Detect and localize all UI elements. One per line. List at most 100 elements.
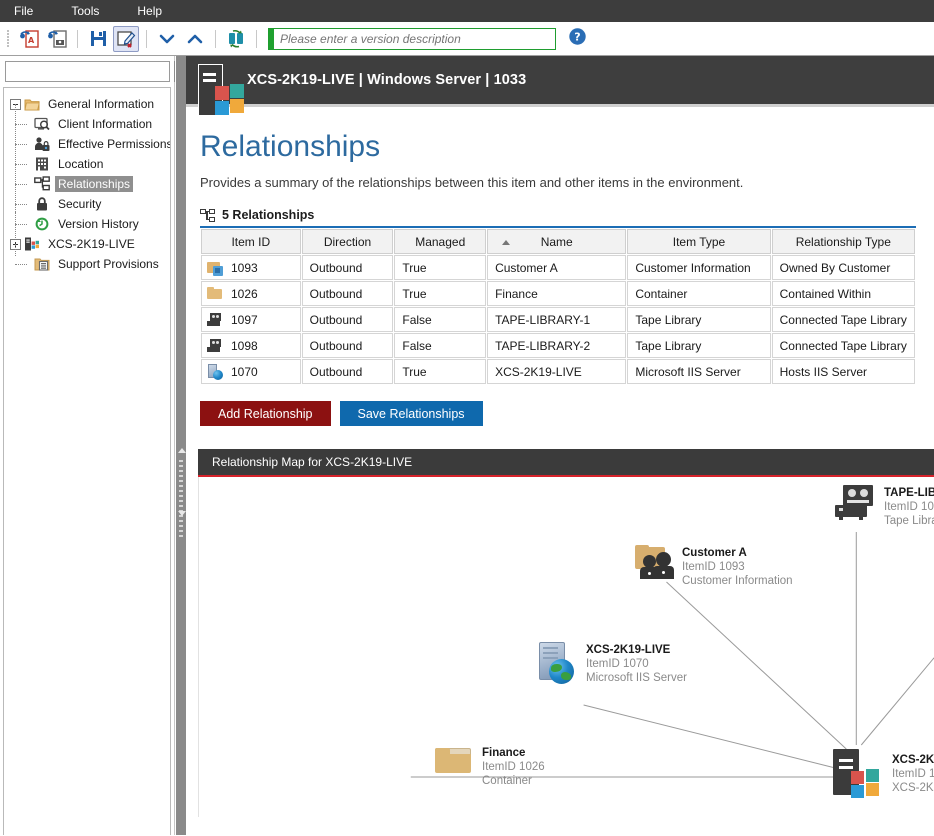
toolbar-separator [77,29,78,48]
sidebar-item-xcs-2k19-live[interactable]: XCS-2K19-LIVE [4,212,170,254]
map-node-name: Finance [482,747,526,759]
panel-splitter[interactable] [175,56,186,835]
save-icon[interactable] [85,26,111,52]
column-header-relationship-type[interactable]: Relationship Type [771,229,915,254]
sidebar-item-effective-permissions[interactable]: Effective Permissions [4,124,170,154]
relationships-count-heading: 5 Relationships [200,208,916,222]
map-node-name: TAPE-LIBRARY-1 [884,487,934,499]
add-relationship-button[interactable]: Add Relationship [200,401,331,426]
relationship-map-canvas[interactable]: TAPE-LIBRARY-1 ItemID 1097 Tape Library [198,477,934,817]
content-panel: XCS-2K19-LIVE | Windows Server | 1033 Re… [186,56,934,835]
cell-direction: Outbound [301,359,394,384]
cell-item-type: Tape Library [627,333,771,358]
support-provisions-icon [34,256,50,272]
tape-library-icon [207,338,223,354]
map-node-id: ItemID 1070 [586,658,649,670]
table-row[interactable]: 1093 Outbound True Customer A Customer I… [201,255,915,280]
sidebar-item-label: Support Provisions [58,257,159,271]
column-header-managed[interactable]: Managed [394,229,487,254]
cell-direction: Outbound [301,307,394,332]
export-pdf-icon[interactable]: A [16,26,42,52]
sidebar-item-support-provisions[interactable]: Support Provisions [4,244,170,274]
relationship-map-title: Relationship Map for XCS-2K19-LIVE [198,449,934,477]
help-icon[interactable]: ? [568,27,587,51]
svg-text:?: ? [574,30,580,43]
chevron-down-icon[interactable] [154,26,180,52]
cell-relationship-type: Hosts IIS Server [771,359,915,384]
cell-item-type: Microsoft IIS Server [627,359,771,384]
map-node-name: XCS-2K19-LIVE [586,644,671,656]
column-header-name[interactable]: Name [487,229,627,254]
cell-item-id-value: 1070 [231,364,258,379]
cell-name: XCS-2K19-LIVE [487,359,627,384]
sidebar-item-label: Security [58,197,102,211]
cell-item-id: 1097 [201,307,301,332]
edge-tape-library-2 [860,657,934,746]
toolbar-grip[interactable] [4,28,11,50]
map-node-id: ItemID 1097 [884,501,934,513]
cell-relationship-type: Owned By Customer [771,255,915,280]
map-node-tape-library-1[interactable]: TAPE-LIBRARY-1 ItemID 1097 Tape Library [835,485,934,528]
chevron-up-icon[interactable] [182,26,208,52]
relationships-count-label: 5 Relationships [222,208,315,222]
permissions-icon [34,136,50,152]
table-row[interactable]: 1097 Outbound False TAPE-LIBRARY-1 Tape … [201,307,915,332]
toolbar-separator [256,29,257,48]
save-relationships-button[interactable]: Save Relationships [339,401,483,426]
client-information-icon [34,116,50,132]
splitter-grip[interactable] [179,460,184,540]
version-description-field[interactable] [268,27,556,50]
sidebar-item-label: General Information [48,97,155,111]
iis-server-icon [207,363,223,380]
menu-tools[interactable]: Tools [65,2,105,20]
page-subtitle: Provides a summary of the relationships … [200,175,744,190]
refresh-database-icon[interactable] [223,26,249,52]
sidebar-item-client-information[interactable]: Client Information [4,104,170,134]
cell-name: Finance [487,281,627,306]
cell-item-type: Customer Information [627,255,771,280]
table-header-row: Item ID Direction Managed Name Item Type… [201,229,915,254]
export-document-icon[interactable] [44,26,70,52]
sidebar-item-location[interactable]: Location [4,144,170,174]
map-node-xcs-2k19-live[interactable]: XCS-2K19-LIVE ItemID 1033 XCS-2K19-LIVE [833,749,934,798]
customer-information-icon [207,260,223,276]
table-row[interactable]: 1026 Outbound True Finance Container Con… [201,281,915,306]
map-node-id: ItemID 1026 [482,761,545,773]
map-node-iis-server[interactable]: XCS-2K19-LIVE ItemID 1070 Microsoft IIS … [535,642,687,686]
cell-managed: True [394,281,487,306]
splitter-collapse-down-icon[interactable] [178,511,186,516]
table-row[interactable]: 1070 Outbound True XCS-2K19-LIVE Microso… [201,359,915,384]
map-node-type: Container [482,775,532,787]
cell-item-id-value: 1093 [231,260,258,275]
column-header-item-id[interactable]: Item ID [201,229,301,254]
windows-server-icon [24,236,40,252]
sidebar-item-general-information[interactable]: General Information [4,94,170,114]
cell-item-id: 1070 [201,359,301,384]
table-row[interactable]: 1098 Outbound False TAPE-LIBRARY-2 Tape … [201,333,915,358]
splitter-collapse-up-icon[interactable] [178,448,186,453]
app-body: Find General Information [0,56,934,835]
cell-item-id: 1098 [201,333,301,358]
search-input[interactable] [5,61,170,82]
action-buttons: Add Relationship Save Relationships [200,401,934,426]
map-node-finance[interactable]: Finance ItemID 1026 Container [435,745,545,788]
sort-ascending-icon [502,240,511,245]
cell-item-id: 1093 [201,255,301,280]
menu-help[interactable]: Help [131,2,168,20]
menu-file[interactable]: File [8,2,39,20]
svg-text:A: A [28,36,35,45]
map-node-type: Microsoft IIS Server [586,672,687,684]
sidebar-item-relationships[interactable]: Relationships [4,164,170,194]
edit-discard-icon[interactable] [113,25,139,52]
sidebar-item-security[interactable]: Security [4,184,170,214]
cell-item-id-value: 1097 [231,312,258,327]
column-header-item-type[interactable]: Item Type [627,229,771,254]
cell-name: TAPE-LIBRARY-2 [487,333,627,358]
relationships-table-block: 5 Relationships Item ID Direction Manage… [200,208,916,385]
column-header-direction[interactable]: Direction [301,229,394,254]
sidebar-item-version-history[interactable]: Version History [4,204,170,234]
relationship-map-panel: Relationship Map for XCS-2K19-LIVE TAPE-… [198,449,934,817]
map-node-customer-a[interactable]: Customer A ItemID 1093 Customer Informat… [633,545,793,588]
item-header: XCS-2K19-LIVE | Windows Server | 1033 [186,56,934,116]
version-description-input[interactable] [274,28,555,49]
